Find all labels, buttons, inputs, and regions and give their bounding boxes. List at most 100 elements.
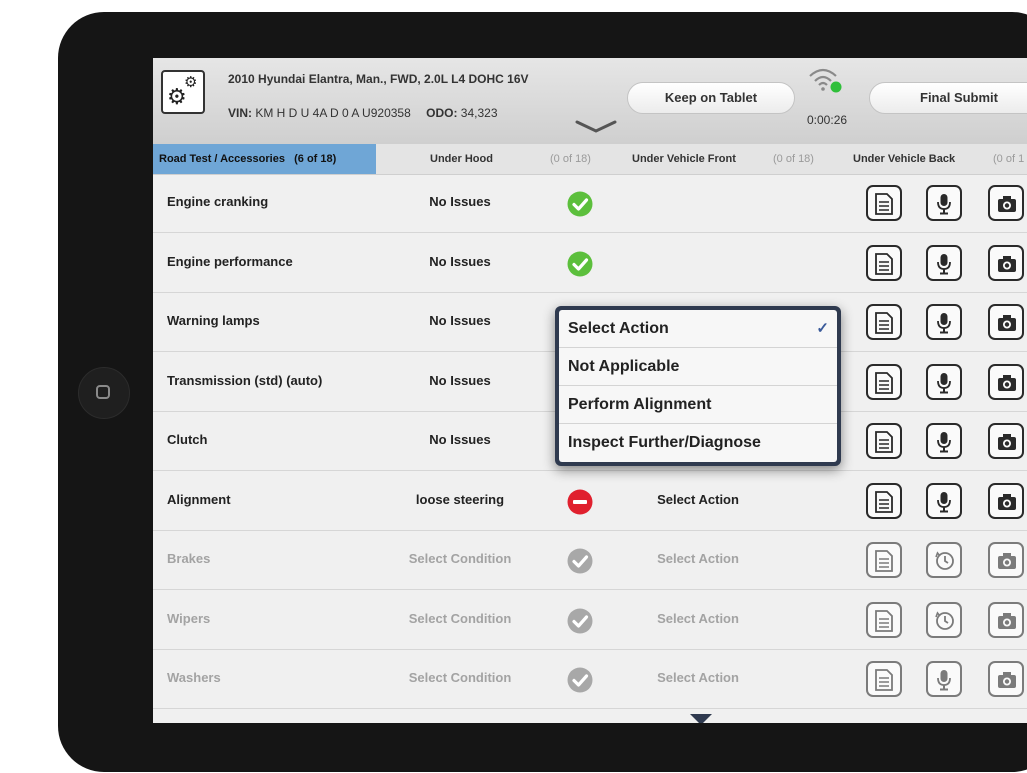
condition-select[interactable]: Select Condition bbox=[390, 551, 530, 566]
home-button[interactable] bbox=[78, 367, 130, 419]
action-select[interactable]: Select Action bbox=[623, 670, 773, 685]
photo-button[interactable] bbox=[988, 482, 1024, 519]
table-row[interactable]: Washers Select Condition Select Action bbox=[153, 650, 1027, 709]
vehicle-title: 2010 Hyundai Elantra, Man., FWD, 2.0L L4… bbox=[228, 72, 529, 86]
condition-select[interactable]: No Issues bbox=[390, 373, 530, 388]
notes-button[interactable] bbox=[866, 542, 902, 578]
condition-select[interactable]: No Issues bbox=[390, 313, 530, 328]
inspection-item-label: Washers bbox=[167, 670, 221, 685]
photo-button[interactable] bbox=[988, 363, 1024, 400]
inspection-item-label: Transmission (std) (auto) bbox=[167, 372, 323, 388]
photo-button[interactable] bbox=[988, 185, 1024, 221]
tab-under-hood[interactable]: Under Hood bbox=[430, 144, 493, 174]
notes-button[interactable] bbox=[866, 244, 902, 281]
note-icon bbox=[875, 431, 893, 453]
wifi-icon bbox=[809, 68, 842, 93]
inspection-item-label: Clutch bbox=[167, 432, 208, 447]
photo-button[interactable] bbox=[988, 423, 1024, 459]
tab-road-test[interactable]: Road Test / Accessories (6 of 18) bbox=[153, 144, 376, 174]
history-icon bbox=[935, 610, 954, 630]
voice-note-button[interactable] bbox=[926, 661, 962, 697]
photo-button[interactable] bbox=[988, 244, 1024, 281]
notes-button[interactable] bbox=[866, 482, 902, 519]
action-option-not-applicable[interactable]: Not Applicable bbox=[559, 348, 837, 386]
status-pending-icon bbox=[567, 667, 593, 693]
elapsed-timer: 0:00:26 bbox=[807, 113, 848, 127]
microphone-icon bbox=[937, 194, 951, 215]
status-ok-icon bbox=[567, 251, 593, 277]
voice-note-button[interactable] bbox=[926, 363, 962, 400]
settings-button[interactable]: ⚙ ⚙ bbox=[161, 70, 205, 114]
microphone-icon bbox=[937, 432, 951, 453]
camera-icon bbox=[998, 315, 1016, 331]
status-issue-icon bbox=[567, 489, 593, 515]
odo-label: ODO: bbox=[426, 106, 458, 120]
gear-icon-small: ⚙ bbox=[184, 74, 198, 91]
notes-button[interactable] bbox=[866, 304, 902, 340]
status-ok-icon bbox=[567, 191, 593, 217]
photo-button[interactable] bbox=[988, 601, 1024, 638]
camera-icon bbox=[998, 374, 1016, 391]
action-option-inspect-further[interactable]: Inspect Further/Diagnose bbox=[559, 424, 837, 462]
microphone-icon bbox=[937, 372, 951, 393]
notes-button[interactable] bbox=[866, 601, 902, 638]
table-row[interactable]: Brakes Select Condition Select Action bbox=[153, 531, 1027, 590]
table-row[interactable]: Wipers Select Condition Select Action bbox=[153, 591, 1027, 650]
tab-under-vehicle-front[interactable]: Under Vehicle Front bbox=[632, 144, 736, 174]
voice-note-button[interactable] bbox=[926, 185, 962, 221]
voice-note-button[interactable] bbox=[926, 423, 962, 459]
voice-note-button[interactable] bbox=[926, 482, 962, 519]
notes-button[interactable] bbox=[866, 661, 902, 697]
vin-value: KM H D U 4A D 0 A U920358 bbox=[255, 106, 411, 120]
notes-button[interactable] bbox=[866, 363, 902, 400]
tab-count: (6 of 18) bbox=[294, 153, 337, 165]
inspection-item-label: Warning lamps bbox=[167, 313, 260, 328]
microphone-icon bbox=[937, 670, 951, 691]
action-select[interactable]: Select Action bbox=[623, 551, 773, 566]
history-button[interactable] bbox=[926, 601, 962, 638]
condition-select[interactable]: No Issues bbox=[390, 194, 530, 209]
final-submit-button[interactable]: Final Submit bbox=[869, 82, 1027, 114]
vin-label: VIN: bbox=[228, 106, 252, 120]
condition-select[interactable]: loose steering bbox=[390, 492, 530, 507]
notes-button[interactable] bbox=[866, 423, 902, 459]
action-select[interactable]: Select Action bbox=[623, 611, 773, 626]
voice-note-button[interactable] bbox=[926, 244, 962, 281]
note-icon bbox=[875, 609, 893, 632]
photo-button[interactable] bbox=[988, 661, 1024, 697]
note-icon bbox=[875, 312, 893, 334]
note-icon bbox=[875, 371, 893, 394]
microphone-icon bbox=[937, 491, 951, 512]
action-option-select[interactable]: Select Action ✓ bbox=[559, 310, 837, 348]
condition-select[interactable]: Select Condition bbox=[390, 611, 530, 626]
header: ⚙ ⚙ 2010 Hyundai Elantra, Man., FWD, 2.0… bbox=[153, 58, 1027, 144]
condition-select[interactable]: No Issues bbox=[390, 254, 530, 269]
microphone-icon bbox=[937, 313, 951, 334]
action-dropdown: Select Action ✓ Not Applicable Perform A… bbox=[555, 306, 841, 723]
photo-button[interactable] bbox=[988, 304, 1024, 340]
notes-button[interactable] bbox=[866, 185, 902, 221]
voice-note-button[interactable] bbox=[926, 304, 962, 340]
camera-icon bbox=[998, 196, 1016, 212]
camera-icon bbox=[998, 434, 1016, 450]
app-screen: ⚙ ⚙ 2010 Hyundai Elantra, Man., FWD, 2.0… bbox=[153, 58, 1027, 723]
action-select[interactable]: Select Action bbox=[623, 492, 773, 507]
chevron-down-icon[interactable] bbox=[575, 120, 617, 134]
action-option-perform-alignment[interactable]: Perform Alignment bbox=[559, 386, 837, 424]
inspection-item-label: Brakes bbox=[167, 551, 211, 566]
photo-button[interactable] bbox=[988, 542, 1024, 578]
tab-count-under-hood: (0 of 18) bbox=[550, 153, 591, 165]
action-dropdown-list: Select Action ✓ Not Applicable Perform A… bbox=[559, 310, 837, 462]
history-button[interactable] bbox=[926, 542, 962, 578]
table-row[interactable]: Alignment loose steering Select Action bbox=[153, 472, 1027, 531]
keep-on-tablet-button[interactable]: Keep on Tablet bbox=[627, 82, 795, 114]
condition-select[interactable]: Select Condition bbox=[390, 670, 530, 685]
condition-select[interactable]: No Issues bbox=[390, 432, 530, 447]
inspection-item-label: Wipers bbox=[167, 610, 211, 626]
table-row[interactable]: Engine cranking No Issues bbox=[153, 174, 1027, 233]
table-row[interactable]: Engine performance No Issues bbox=[153, 234, 1027, 293]
inspection-item-label: Engine performance bbox=[167, 253, 293, 269]
camera-icon bbox=[998, 255, 1016, 272]
odo-value: 34,323 bbox=[460, 106, 498, 120]
tab-under-vehicle-back[interactable]: Under Vehicle Back bbox=[853, 144, 955, 174]
